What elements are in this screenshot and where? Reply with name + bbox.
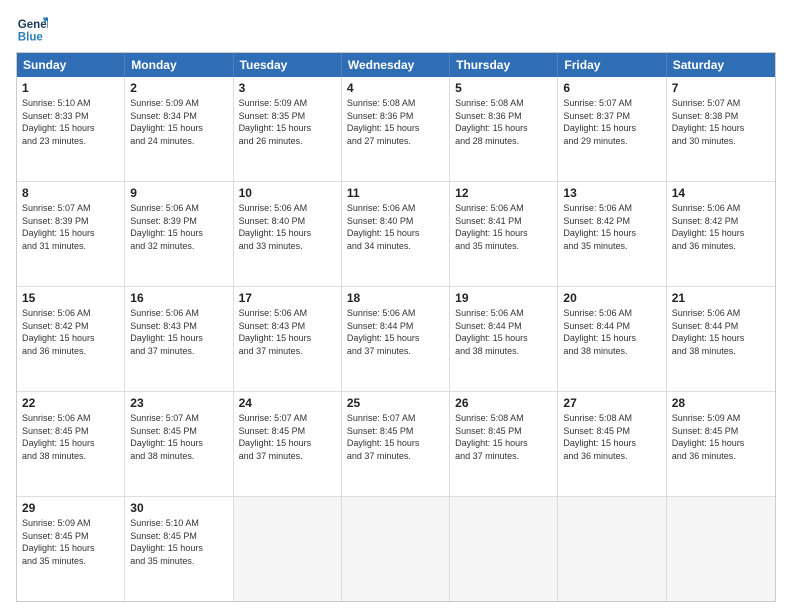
cal-cell-empty-w4c2 [234,497,342,601]
cal-cell-27: 27Sunrise: 5:08 AM Sunset: 8:45 PM Dayli… [558,392,666,496]
calendar-week-2: 8Sunrise: 5:07 AM Sunset: 8:39 PM Daylig… [17,182,775,287]
calendar-week-1: 1Sunrise: 5:10 AM Sunset: 8:33 PM Daylig… [17,77,775,182]
logo-icon: General Blue [16,14,48,46]
header-day-friday: Friday [558,53,666,77]
cal-cell-17: 17Sunrise: 5:06 AM Sunset: 8:43 PM Dayli… [234,287,342,391]
header-day-saturday: Saturday [667,53,775,77]
cal-cell-25: 25Sunrise: 5:07 AM Sunset: 8:45 PM Dayli… [342,392,450,496]
calendar-week-3: 15Sunrise: 5:06 AM Sunset: 8:42 PM Dayli… [17,287,775,392]
cal-cell-22: 22Sunrise: 5:06 AM Sunset: 8:45 PM Dayli… [17,392,125,496]
cal-cell-empty-w4c6 [667,497,775,601]
cal-cell-empty-w4c5 [558,497,666,601]
header-day-wednesday: Wednesday [342,53,450,77]
cal-cell-6: 6Sunrise: 5:07 AM Sunset: 8:37 PM Daylig… [558,77,666,181]
cal-cell-20: 20Sunrise: 5:06 AM Sunset: 8:44 PM Dayli… [558,287,666,391]
cal-cell-1: 1Sunrise: 5:10 AM Sunset: 8:33 PM Daylig… [17,77,125,181]
cal-cell-15: 15Sunrise: 5:06 AM Sunset: 8:42 PM Dayli… [17,287,125,391]
cal-cell-26: 26Sunrise: 5:08 AM Sunset: 8:45 PM Dayli… [450,392,558,496]
cal-cell-empty-w4c4 [450,497,558,601]
calendar-week-4: 22Sunrise: 5:06 AM Sunset: 8:45 PM Dayli… [17,392,775,497]
cal-cell-16: 16Sunrise: 5:06 AM Sunset: 8:43 PM Dayli… [125,287,233,391]
calendar-body: 1Sunrise: 5:10 AM Sunset: 8:33 PM Daylig… [17,77,775,601]
cal-cell-14: 14Sunrise: 5:06 AM Sunset: 8:42 PM Dayli… [667,182,775,286]
cal-cell-13: 13Sunrise: 5:06 AM Sunset: 8:42 PM Dayli… [558,182,666,286]
calendar-week-5: 29Sunrise: 5:09 AM Sunset: 8:45 PM Dayli… [17,497,775,601]
cal-cell-21: 21Sunrise: 5:06 AM Sunset: 8:44 PM Dayli… [667,287,775,391]
cal-cell-12: 12Sunrise: 5:06 AM Sunset: 8:41 PM Dayli… [450,182,558,286]
cal-cell-empty-w4c3 [342,497,450,601]
svg-text:Blue: Blue [18,32,44,44]
cal-cell-28: 28Sunrise: 5:09 AM Sunset: 8:45 PM Dayli… [667,392,775,496]
cal-cell-7: 7Sunrise: 5:07 AM Sunset: 8:38 PM Daylig… [667,77,775,181]
cal-cell-24: 24Sunrise: 5:07 AM Sunset: 8:45 PM Dayli… [234,392,342,496]
cal-cell-23: 23Sunrise: 5:07 AM Sunset: 8:45 PM Dayli… [125,392,233,496]
header-day-sunday: Sunday [17,53,125,77]
logo: General Blue [16,14,48,46]
header-day-monday: Monday [125,53,233,77]
cal-cell-3: 3Sunrise: 5:09 AM Sunset: 8:35 PM Daylig… [234,77,342,181]
cal-cell-8: 8Sunrise: 5:07 AM Sunset: 8:39 PM Daylig… [17,182,125,286]
cal-cell-4: 4Sunrise: 5:08 AM Sunset: 8:36 PM Daylig… [342,77,450,181]
svg-text:General: General [18,19,48,31]
header: General Blue [16,14,776,46]
cal-cell-30: 30Sunrise: 5:10 AM Sunset: 8:45 PM Dayli… [125,497,233,601]
cal-cell-11: 11Sunrise: 5:06 AM Sunset: 8:40 PM Dayli… [342,182,450,286]
header-day-thursday: Thursday [450,53,558,77]
header-day-tuesday: Tuesday [234,53,342,77]
cal-cell-19: 19Sunrise: 5:06 AM Sunset: 8:44 PM Dayli… [450,287,558,391]
cal-cell-29: 29Sunrise: 5:09 AM Sunset: 8:45 PM Dayli… [17,497,125,601]
cal-cell-2: 2Sunrise: 5:09 AM Sunset: 8:34 PM Daylig… [125,77,233,181]
calendar: SundayMondayTuesdayWednesdayThursdayFrid… [16,52,776,602]
cal-cell-5: 5Sunrise: 5:08 AM Sunset: 8:36 PM Daylig… [450,77,558,181]
page: General Blue SundayMondayTuesdayWednesda… [0,0,792,612]
calendar-header-row: SundayMondayTuesdayWednesdayThursdayFrid… [17,53,775,77]
cal-cell-18: 18Sunrise: 5:06 AM Sunset: 8:44 PM Dayli… [342,287,450,391]
cal-cell-10: 10Sunrise: 5:06 AM Sunset: 8:40 PM Dayli… [234,182,342,286]
cal-cell-9: 9Sunrise: 5:06 AM Sunset: 8:39 PM Daylig… [125,182,233,286]
